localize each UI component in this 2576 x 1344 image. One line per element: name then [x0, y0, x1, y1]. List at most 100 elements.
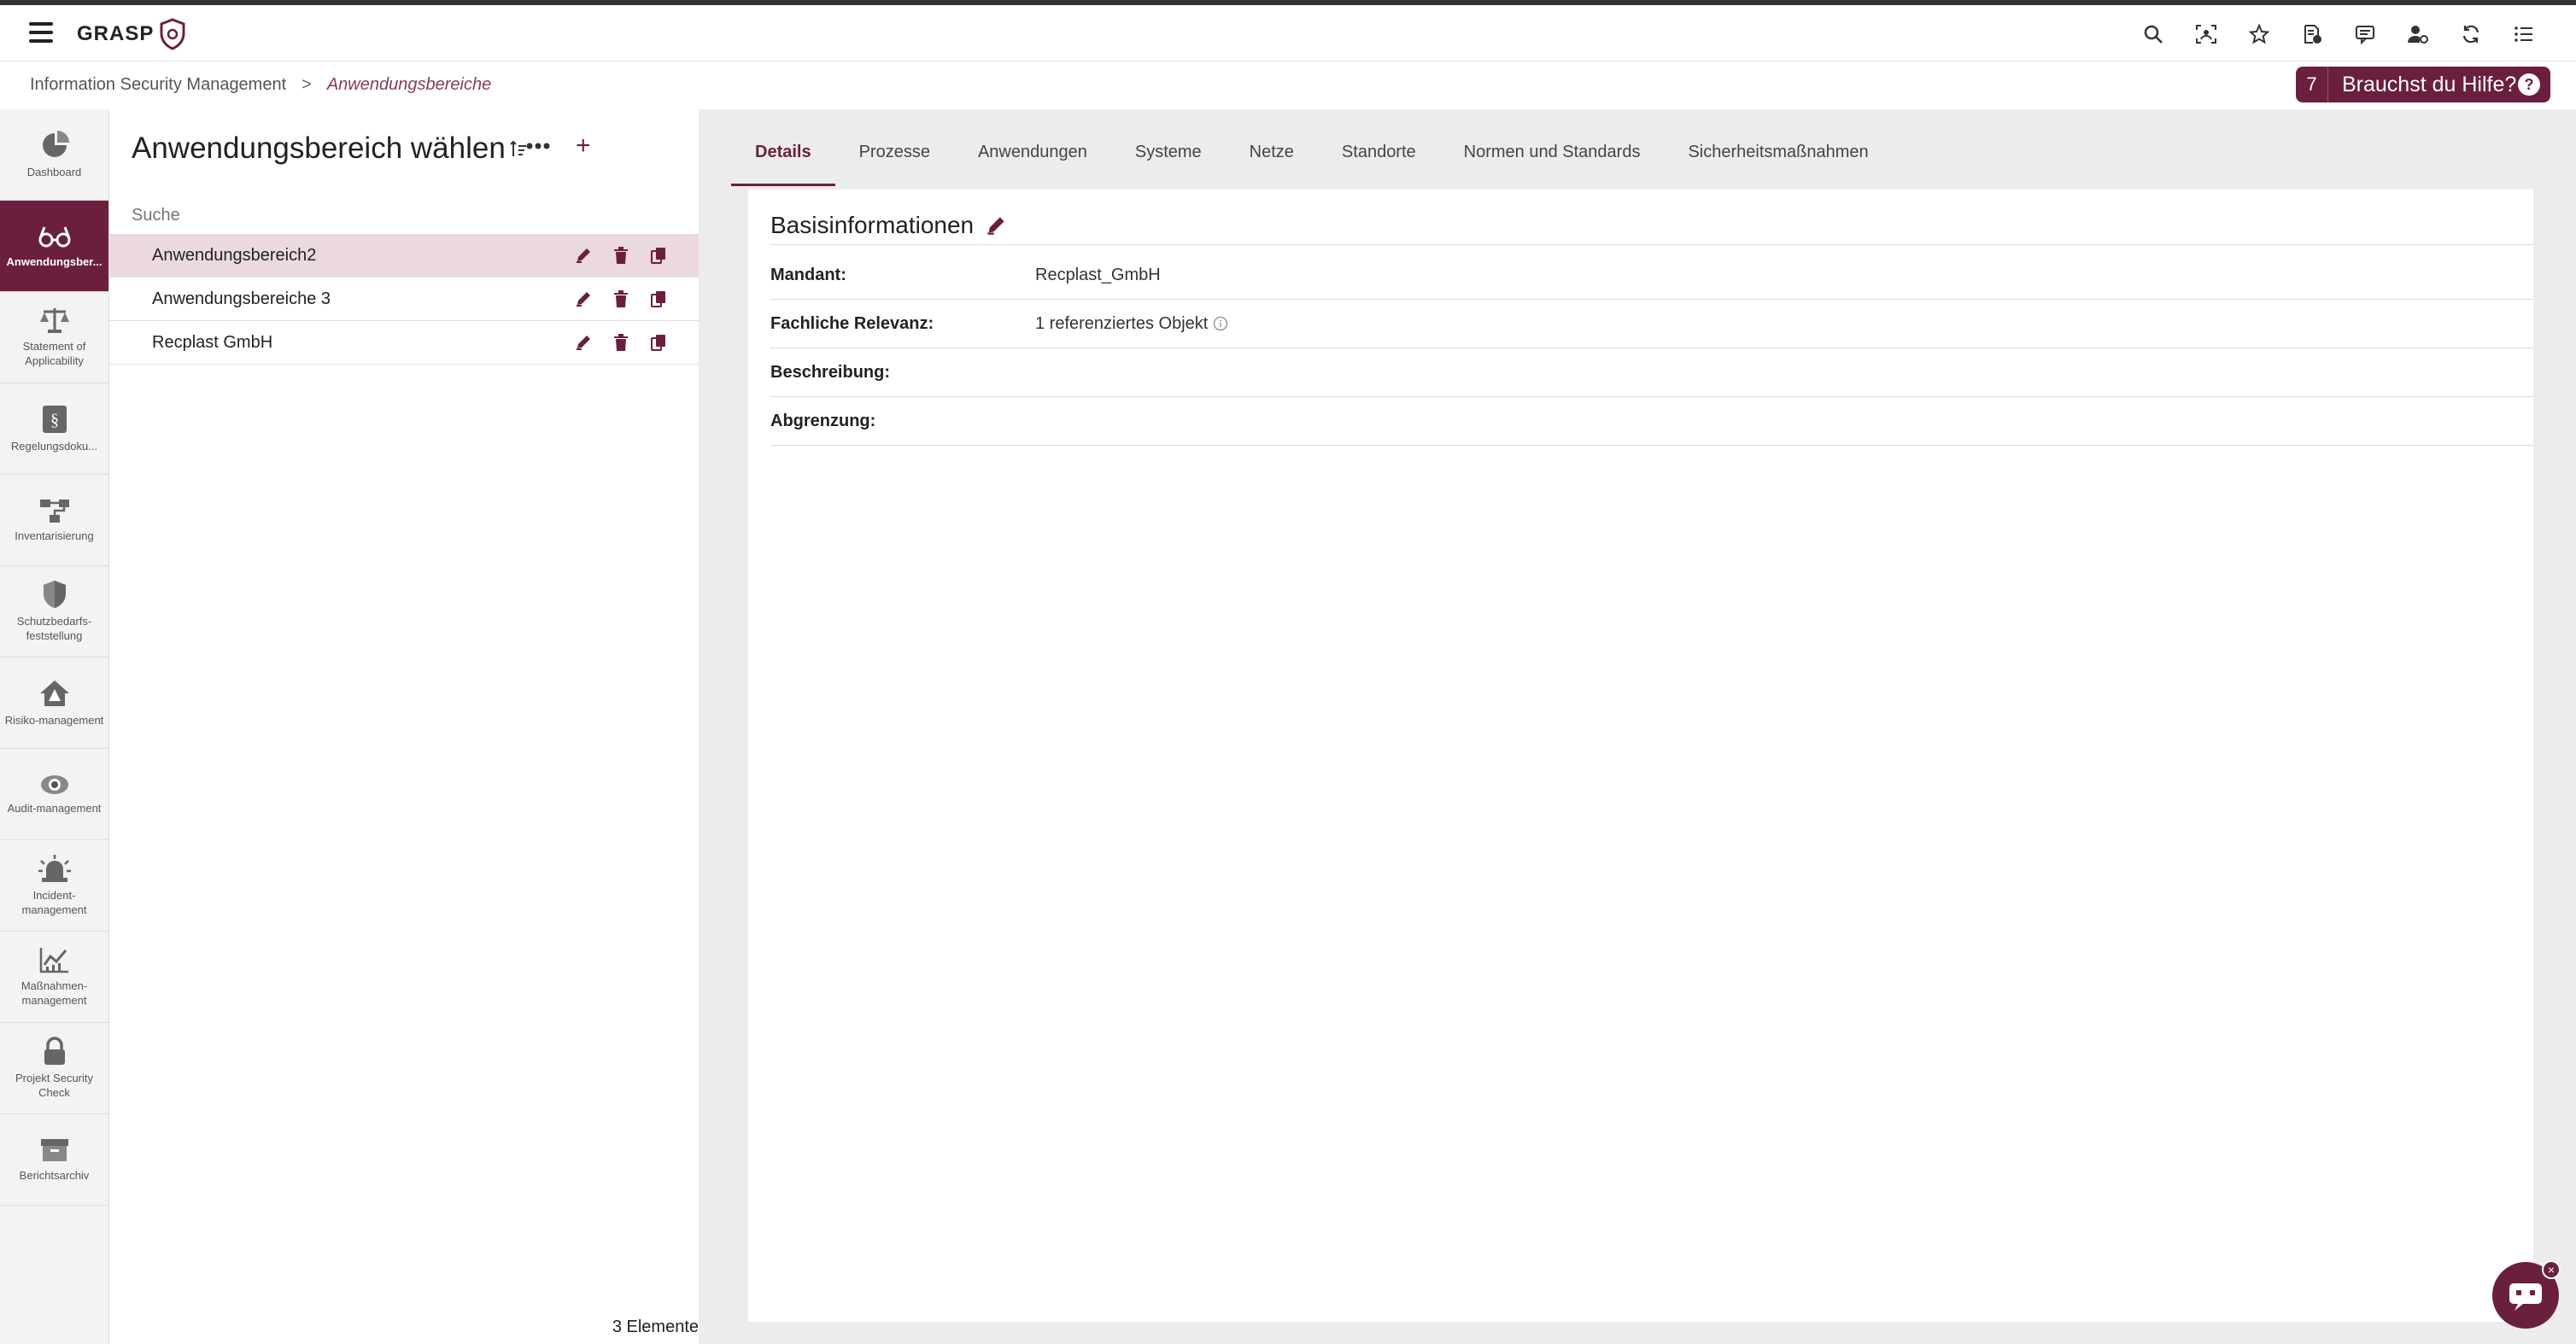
- top-bar: GRASP: [0, 5, 2576, 61]
- breadcrumb-bar: Information Security Management > Anwend…: [0, 61, 2576, 109]
- sidebar-item-auditmanagement[interactable]: Audit-management: [0, 749, 108, 840]
- list-panel: Anwendungsbereich wählen + Anwendungsber…: [109, 109, 726, 1344]
- menu-icon[interactable]: [29, 22, 53, 44]
- sidebar-item-inventarisierung[interactable]: Inventarisierung: [0, 475, 108, 566]
- sidebar-item-label: Statement of Applicability: [22, 340, 86, 367]
- sync-icon[interactable]: [2444, 17, 2497, 51]
- copy-icon[interactable]: [647, 244, 670, 266]
- more-options-icon[interactable]: [526, 142, 550, 150]
- sort-icon[interactable]: [509, 139, 528, 158]
- tab-prozesse[interactable]: Prozesse: [835, 133, 954, 186]
- sidebar-item-regelungsdokumente[interactable]: § Regelungsdoku...: [0, 383, 108, 475]
- edit-icon[interactable]: [572, 244, 594, 266]
- list-item[interactable]: Anwendungsbereiche 3: [109, 278, 699, 321]
- paragraph-icon: §: [42, 405, 67, 433]
- star-icon[interactable]: [2233, 17, 2286, 51]
- list-title: Anwendungsbereich wählen: [132, 131, 528, 166]
- field-value-text: Recplast_GmbH: [1035, 265, 1161, 284]
- svg-text:§: §: [50, 411, 59, 429]
- tab-normen-und-standards[interactable]: Normen und Standards: [1440, 133, 1665, 186]
- field-label: Beschreibung:: [770, 362, 891, 382]
- section-title-text: Basisinformationen: [770, 212, 975, 238]
- breadcrumb-separator: >: [302, 75, 312, 94]
- user-settings-icon[interactable]: [2392, 17, 2444, 51]
- list-item[interactable]: Anwendungsbereich2: [109, 234, 699, 278]
- field-value: 1 referenziertes Objekt: [1035, 314, 1228, 334]
- details-card: Basisinformationen Mandant: Recplast_Gmb…: [748, 190, 2533, 1322]
- archive-icon: [40, 1138, 68, 1161]
- sidebar-item-label: Inventarisierung: [15, 529, 94, 542]
- toolbar-icons: [2127, 17, 2550, 51]
- list-item-label: Recplast GmbH: [152, 332, 273, 352]
- sidebar-item-statement-of-applicability[interactable]: Statement of Applicability: [0, 292, 108, 383]
- sidebar-item-anwendungsbereiche[interactable]: Anwendungsber...: [0, 201, 108, 292]
- item-list: Anwendungsbereich2 Anwendungsbereiche 3 …: [109, 234, 699, 365]
- chart-line-icon: [39, 948, 68, 973]
- breadcrumb-current: Anwendungsbereiche: [326, 75, 492, 94]
- delete-icon[interactable]: [610, 244, 632, 266]
- pie-chart-icon: [42, 130, 69, 157]
- sidebar-item-incidentmanagement[interactable]: Incident-management: [0, 840, 108, 932]
- tab-sicherheitsmassnahmen[interactable]: Sicherheitsmaßnahmen: [1664, 133, 1892, 186]
- sidebar-item-label: Dashboard: [26, 165, 82, 178]
- sidebar-item-label: Schutzbedarfs-feststellung: [16, 615, 92, 642]
- house-risk-icon: [39, 680, 69, 706]
- tab-netze[interactable]: Netze: [1226, 133, 1318, 186]
- search-icon[interactable]: [2127, 17, 2180, 51]
- edit-icon[interactable]: [572, 288, 594, 310]
- sidebar-item-risikomanagement[interactable]: Risiko-management: [0, 657, 108, 749]
- sidebar-item-dashboard[interactable]: Dashboard: [0, 109, 108, 201]
- sidebar-item-label: Incident-management: [21, 889, 87, 916]
- help-label: Brauchst du Hilfe?: [2342, 72, 2517, 96]
- field-label: Mandant:: [770, 265, 846, 284]
- delete-icon[interactable]: [610, 331, 632, 354]
- sidebar-item-schutzbedarfsfeststellung[interactable]: Schutzbedarfs-feststellung: [0, 566, 108, 657]
- face-scan-icon[interactable]: [2180, 17, 2233, 51]
- info-icon[interactable]: [1213, 316, 1228, 331]
- add-icon[interactable]: +: [576, 133, 591, 159]
- chat-icon[interactable]: [2339, 17, 2392, 51]
- sidebar-item-massnahmenmanagement[interactable]: Maßnahmen-management: [0, 932, 108, 1023]
- list-icon[interactable]: [2497, 17, 2550, 51]
- search-input[interactable]: [132, 198, 670, 232]
- sidebar-item-label: Risiko-management: [4, 713, 104, 727]
- app-logo[interactable]: GRASP: [77, 17, 186, 51]
- field-abgrenzung: Abgrenzung:: [770, 397, 2533, 446]
- network-icon: [39, 499, 69, 523]
- help-count-badge: 7: [2296, 67, 2328, 102]
- alarm-light-icon: [38, 855, 71, 882]
- section-divider: [770, 244, 2533, 245]
- close-chatbot-icon[interactable]: ×: [2542, 1260, 2561, 1279]
- sidebar-item-projekt-security-check[interactable]: Projekt Security Check: [0, 1023, 108, 1114]
- list-footer-count: 3 Elemente: [612, 1318, 699, 1336]
- field-mandant: Mandant: Recplast_GmbH: [770, 251, 2533, 300]
- tab-bar: Details Prozesse Anwendungen Systeme Net…: [731, 133, 1893, 186]
- field-label: Fachliche Relevanz:: [770, 313, 934, 333]
- field-value-text: 1 referenziertes Objekt: [1035, 313, 1209, 333]
- edit-icon[interactable]: [572, 331, 594, 354]
- list-item[interactable]: Recplast GmbH: [109, 321, 699, 365]
- tab-standorte[interactable]: Standorte: [1318, 133, 1440, 186]
- row-actions: [572, 288, 699, 310]
- sidebar-item-berichtsarchiv[interactable]: Berichtsarchiv: [0, 1114, 108, 1206]
- help-button[interactable]: 7 Brauchst du Hilfe? ?: [2296, 67, 2550, 102]
- section-title: Basisinformationen: [770, 212, 1006, 239]
- tab-systeme[interactable]: Systeme: [1111, 133, 1226, 186]
- eye-icon: [40, 774, 68, 794]
- tab-anwendungen[interactable]: Anwendungen: [954, 133, 1111, 186]
- sidebar: Dashboard Anwendungsber... Statement of …: [0, 109, 109, 1344]
- sidebar-item-label: Berichtsarchiv: [19, 1168, 90, 1182]
- sidebar-item-label: Regelungsdoku...: [10, 439, 98, 453]
- breadcrumb: Information Security Management > Anwend…: [30, 75, 491, 95]
- tab-details[interactable]: Details: [731, 133, 835, 186]
- scales-icon: [39, 308, 69, 333]
- copy-icon[interactable]: [647, 288, 670, 310]
- sidebar-item-label: Maßnahmen-management: [20, 979, 88, 1007]
- shield-icon: [43, 581, 66, 608]
- list-scrollbar[interactable]: [699, 109, 726, 1344]
- breadcrumb-root[interactable]: Information Security Management: [30, 75, 286, 95]
- document-info-icon[interactable]: [2286, 17, 2339, 51]
- edit-icon[interactable]: [986, 215, 1006, 236]
- delete-icon[interactable]: [610, 288, 632, 310]
- copy-icon[interactable]: [647, 331, 670, 354]
